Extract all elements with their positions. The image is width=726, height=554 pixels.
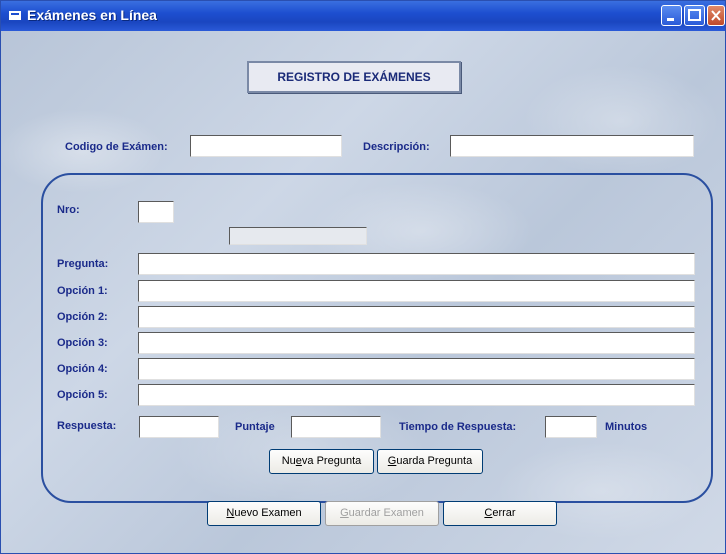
maximize-icon <box>688 9 701 21</box>
minimize-icon <box>667 18 674 21</box>
status-field <box>229 227 367 245</box>
maximize-button[interactable] <box>684 5 705 26</box>
option-4-input[interactable] <box>138 358 695 380</box>
form-body: REGISTRO DE EXÁMENES Codigo de Exámen: D… <box>1 31 725 553</box>
app-icon <box>9 11 21 20</box>
option-5-input[interactable] <box>138 384 695 406</box>
pregunta-input[interactable] <box>138 253 695 275</box>
exam-code-label: Codigo de Exámen: <box>65 141 168 153</box>
cerrar-button[interactable]: Cerrar <box>443 501 557 526</box>
description-label: Descripción: <box>363 141 430 153</box>
puntaje-input[interactable] <box>291 416 381 438</box>
guarda-pregunta-button[interactable]: Guarda Pregunta <box>377 449 483 474</box>
app-window: Exámenes en Línea REGISTRO DE EXÁMENES C… <box>0 0 726 554</box>
window-title: Exámenes en Línea <box>27 7 157 23</box>
page-title: REGISTRO DE EXÁMENES <box>277 70 431 84</box>
close-icon <box>711 10 721 21</box>
nro-label: Nro: <box>57 204 80 216</box>
nuevo-examen-button[interactable]: Nuevo Examen <box>207 501 321 526</box>
nueva-pregunta-button[interactable]: Nueva Pregunta <box>269 449 374 474</box>
option-1-input[interactable] <box>138 280 695 302</box>
puntaje-label: Puntaje <box>235 421 275 433</box>
respuesta-input[interactable] <box>139 416 219 438</box>
option-2-input[interactable] <box>138 306 695 328</box>
option-5-label: Opción 5: <box>57 389 108 401</box>
option-3-input[interactable] <box>138 332 695 354</box>
option-4-label: Opción 4: <box>57 363 108 375</box>
nro-input[interactable] <box>138 201 174 223</box>
close-button[interactable] <box>707 5 725 26</box>
exam-code-input[interactable] <box>190 135 342 157</box>
title-bar[interactable]: Exámenes en Línea <box>1 1 725 31</box>
tiempo-label: Tiempo de Respuesta: <box>399 421 517 433</box>
option-1-label: Opción 1: <box>57 285 108 297</box>
description-input[interactable] <box>450 135 694 157</box>
minutos-label: Minutos <box>605 421 648 433</box>
pregunta-label: Pregunta: <box>57 258 109 270</box>
option-2-label: Opción 2: <box>57 311 108 323</box>
option-3-label: Opción 3: <box>57 337 108 349</box>
form-header: REGISTRO DE EXÁMENES <box>247 61 461 93</box>
guardar-examen-button[interactable]: Guardar Examen <box>325 501 439 526</box>
tiempo-input[interactable] <box>545 416 597 438</box>
minimize-button[interactable] <box>661 5 682 26</box>
respuesta-label: Respuesta: <box>57 420 117 432</box>
